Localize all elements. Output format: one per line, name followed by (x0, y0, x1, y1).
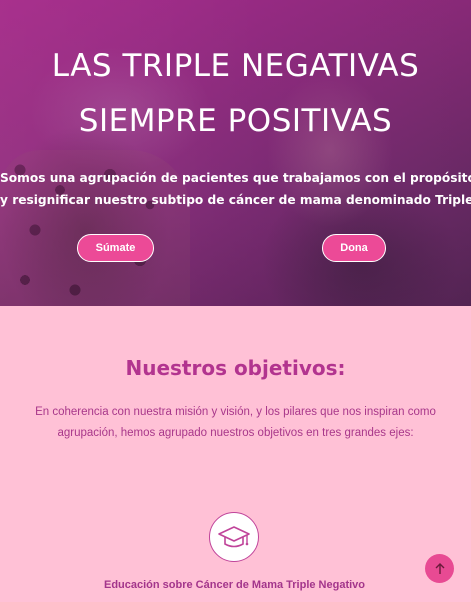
objectives-description: En coherencia con nuestra misión y visió… (0, 402, 471, 444)
hero-title-line-1: LAS TRIPLE NEGATIVAS (51, 48, 420, 84)
hero-section: LAS TRIPLE NEGATIVAS SIEMPRE POSITIVAS S… (0, 0, 471, 306)
page: LAS TRIPLE NEGATIVAS SIEMPRE POSITIVAS S… (0, 0, 471, 602)
objectives-description-line-2: agrupación, hemos agrupado nuestros obje… (57, 427, 414, 439)
arrow-up-icon (435, 562, 444, 574)
join-button[interactable]: Súmate (77, 234, 154, 262)
scroll-to-top-button[interactable] (425, 554, 454, 583)
hero-description-line-2: y resignificar nuestro subtipo de cáncer… (0, 193, 471, 207)
hero-title-line-2: SIEMPRE POSITIVAS (78, 103, 393, 139)
objective-item-label: Educación sobre Cáncer de Mama Triple Ne… (103, 579, 366, 591)
hero-description-line-1: Somos una agrupación de pacientes que tr… (0, 171, 471, 185)
objectives-description-line-1: En coherencia con nuestra misión y visió… (35, 406, 436, 418)
donate-button[interactable]: Dona (322, 234, 386, 262)
hero-description: Somos una agrupación de pacientes que tr… (0, 167, 471, 211)
hero-color-overlay (0, 0, 471, 306)
objective-icon-circle (209, 512, 259, 562)
graduation-cap-icon (218, 526, 250, 548)
objectives-title: Nuestros objetivos: (125, 356, 346, 380)
